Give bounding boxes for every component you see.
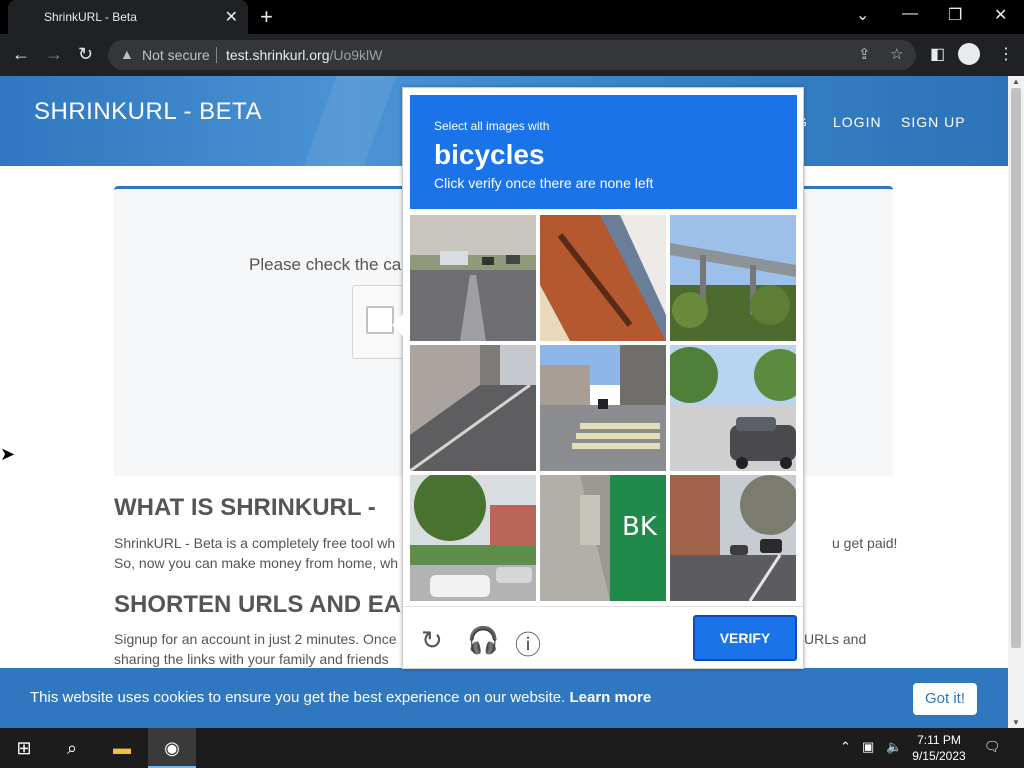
tile-image: [670, 345, 796, 471]
site-brand[interactable]: SHRINKURL - BETA: [34, 98, 262, 126]
paragraph-line: So, now you can make money from home, wh: [114, 555, 399, 571]
reload-icon[interactable]: ↻: [78, 44, 93, 65]
notifications-icon[interactable]: 🗨: [984, 739, 1001, 755]
windows-start-icon[interactable]: ⊞: [0, 728, 48, 768]
challenge-subtext: Click verify once there are none left: [434, 175, 654, 191]
tile-image: [540, 215, 666, 341]
back-icon[interactable]: ←: [12, 44, 30, 65]
tile-image: [540, 345, 666, 471]
browser-toolbar: ← → ↻ ▲ Not secure test.shrinkurl.org/Uo…: [0, 34, 1024, 76]
scroll-up-icon[interactable]: ▲: [1012, 77, 1020, 86]
cookie-message: This website uses cookies to ensure you …: [30, 689, 651, 706]
verify-button[interactable]: VERIFY: [693, 615, 797, 661]
audio-challenge-icon[interactable]: 🎧: [467, 625, 499, 656]
nav-signup[interactable]: SIGN UP: [901, 114, 966, 130]
scroll-down-icon[interactable]: ▼: [1012, 718, 1020, 727]
help-info-icon[interactable]: ⓘ: [515, 625, 541, 662]
share-icon[interactable]: ⇪: [858, 45, 871, 63]
close-tab-icon[interactable]: ✕: [225, 7, 238, 27]
tile-image: [410, 215, 536, 341]
paragraph-line: URLs and: [804, 631, 867, 647]
svg-text:BK: BK: [622, 512, 658, 542]
captcha-tile-3[interactable]: [670, 215, 796, 341]
captcha-tile-6[interactable]: [670, 345, 796, 471]
search-icon[interactable]: ⌕: [48, 728, 96, 768]
warning-icon[interactable]: ▲: [120, 46, 134, 62]
clock-time: 7:11 PM: [917, 733, 961, 747]
scroll-thumb[interactable]: [1011, 88, 1021, 648]
captcha-tile-7[interactable]: [410, 475, 536, 601]
minimize-icon[interactable]: —: [902, 5, 918, 23]
nav-login[interactable]: LOGIN: [833, 114, 882, 130]
chrome-taskbar-icon[interactable]: ◉: [148, 728, 196, 768]
divider: [216, 47, 217, 63]
challenge-instruction: Select all images with: [434, 119, 550, 133]
tile-image: [670, 215, 796, 341]
forward-icon[interactable]: →: [45, 44, 63, 65]
url-host: test.shrinkurl.org: [226, 47, 330, 63]
section-heading-what-is: WHAT IS SHRINKURL -: [114, 494, 376, 521]
cookie-banner: This website uses cookies to ensure you …: [0, 668, 1008, 728]
network-icon[interactable]: ▣: [862, 739, 874, 755]
popup-arrow: [392, 314, 403, 336]
windows-taskbar: ⊞ ⌕ ▬ ◉ ⌃ ▣ 🔈 7:11 PM 9/15/2023 🗨: [0, 728, 1024, 768]
file-explorer-icon[interactable]: ▬: [98, 728, 146, 768]
captcha-tile-4[interactable]: [410, 345, 536, 471]
url-text[interactable]: test.shrinkurl.org/Uo9klW: [226, 47, 382, 63]
new-tab-icon[interactable]: +: [260, 4, 273, 30]
reload-challenge-icon[interactable]: ↻: [421, 625, 443, 656]
mouse-cursor-icon: ➤: [0, 444, 16, 464]
restore-icon[interactable]: ❐: [948, 5, 962, 25]
paragraph-line: ShrinkURL - Beta is a completely free to…: [114, 535, 396, 551]
tile-image: BK: [540, 475, 666, 601]
challenge-footer: ↻ 🎧 ⓘ VERIFY: [403, 606, 803, 669]
browser-tab[interactable]: ShrinkURL - Beta ✕: [8, 0, 248, 34]
security-label[interactable]: Not secure: [142, 47, 210, 63]
profile-avatar-icon[interactable]: [958, 43, 980, 65]
paragraph-line: Signup for an account in just 2 minutes.…: [114, 631, 397, 647]
captcha-tile-5[interactable]: [540, 345, 666, 471]
challenge-header: Select all images with bicycles Click ve…: [410, 95, 797, 209]
captcha-tile-1[interactable]: [410, 215, 536, 341]
captcha-tile-2[interactable]: [540, 215, 666, 341]
page-scrollbar[interactable]: ▲ ▼: [1008, 76, 1024, 728]
tab-title: ShrinkURL - Beta: [44, 10, 137, 24]
learn-more-link[interactable]: Learn more: [569, 689, 651, 706]
close-window-icon[interactable]: ✕: [994, 5, 1007, 25]
url-path: /Uo9klW: [329, 47, 383, 63]
challenge-target: bicycles: [434, 139, 545, 170]
cookie-text: This website uses cookies to ensure you …: [30, 689, 566, 706]
paragraph-line: sharing the links with your family and f…: [114, 651, 389, 667]
side-panel-icon[interactable]: ◧: [930, 44, 945, 64]
section-heading-shorten: SHORTEN URLS AND EA: [114, 591, 402, 618]
tile-image: [410, 345, 536, 471]
taskbar-clock[interactable]: 7:11 PM 9/15/2023: [904, 732, 974, 764]
volume-muted-icon[interactable]: 🔈: [886, 739, 902, 755]
more-menu-icon[interactable]: ⋮: [998, 44, 1014, 64]
tile-image: [410, 475, 536, 601]
got-it-button[interactable]: Got it!: [913, 683, 977, 715]
tile-image: [670, 475, 796, 601]
bookmark-star-icon[interactable]: ☆: [890, 45, 903, 63]
paragraph-line: u get paid!: [832, 535, 898, 551]
browser-tab-strip: ShrinkURL - Beta ✕ + ⌄ — ❐ ✕: [0, 0, 1024, 34]
tray-chevron-icon[interactable]: ⌃: [840, 739, 851, 755]
clock-date: 9/15/2023: [912, 749, 966, 763]
captcha-tile-9[interactable]: [670, 475, 796, 601]
captcha-tile-8[interactable]: BK: [540, 475, 666, 601]
captcha-challenge: Select all images with bicycles Click ve…: [392, 87, 804, 669]
address-bar[interactable]: ▲ Not secure test.shrinkurl.org/Uo9klW ⇪…: [108, 40, 916, 70]
card-instruction: Please check the ca: [249, 255, 402, 274]
tab-search-chevron-icon[interactable]: ⌄: [856, 5, 869, 25]
recaptcha-checkbox[interactable]: [366, 306, 394, 334]
